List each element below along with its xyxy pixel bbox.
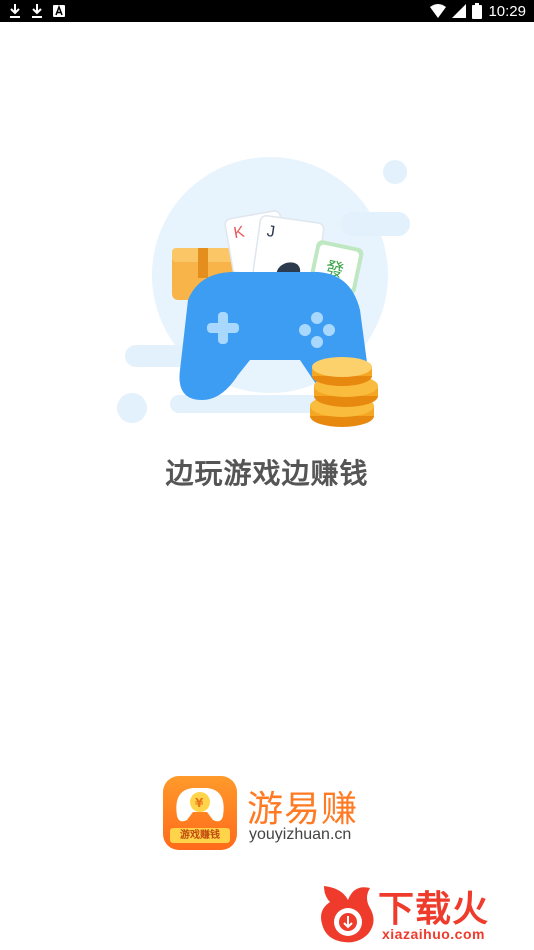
bubble-decoration — [117, 393, 147, 423]
flame-logo-icon — [321, 886, 374, 943]
brand-lockup: ¥ 游戏赚钱 游易赚 youyizhuan.cn — [163, 776, 383, 852]
yen-symbol: ¥ — [195, 796, 204, 810]
download-icon — [32, 4, 42, 18]
notification-icons — [8, 3, 66, 19]
cloud-decoration — [340, 212, 410, 236]
notification-a-icon — [53, 4, 65, 17]
brand-domain: youyizhuan.cn — [249, 826, 352, 843]
app-logo: ¥ 游戏赚钱 — [163, 776, 237, 850]
system-icons: 10:29 — [430, 2, 526, 20]
download-icon — [10, 4, 20, 18]
splash-slogan: 边玩游戏边赚钱 — [165, 457, 369, 490]
battery-icon — [472, 3, 483, 19]
status-time: 10:29 — [488, 2, 526, 20]
watermark-domain: xiazaihuo.com — [382, 926, 485, 942]
app-logo-tag: 游戏赚钱 — [170, 828, 230, 843]
watermark: 下载火 xiazaihuo.com — [314, 878, 530, 946]
gold-coins-icon — [310, 357, 378, 427]
watermark-title: 下载火 — [378, 889, 490, 930]
bubble-decoration — [383, 160, 407, 184]
splash-illustration: K J 發 — [117, 157, 410, 427]
signal-icon — [452, 4, 467, 18]
brand-name: 游易赚 — [247, 789, 359, 830]
wifi-icon — [430, 4, 447, 18]
controller-coin-icon: ¥ — [176, 788, 224, 822]
status-bar: 10:29 — [0, 0, 534, 22]
